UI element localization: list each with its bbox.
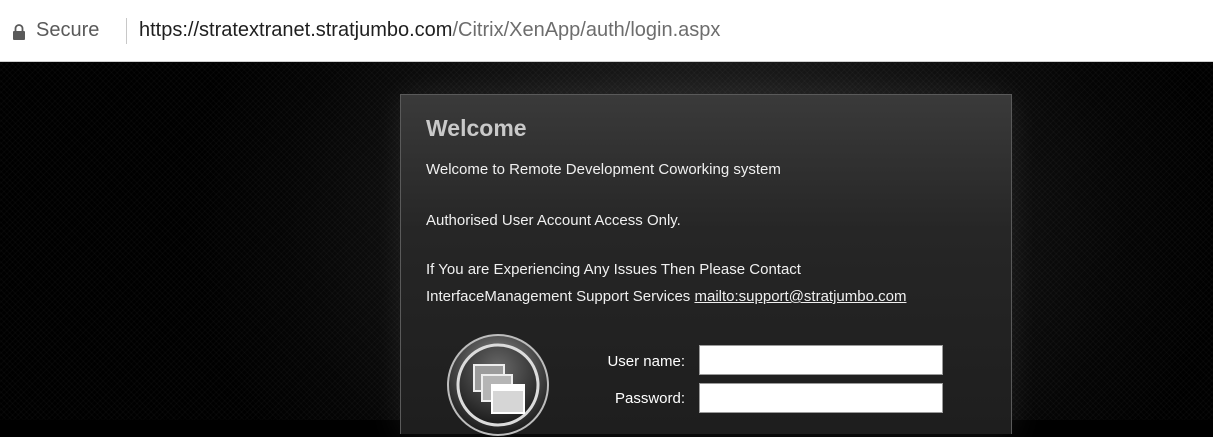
support-email-link[interactable]: mailto:support@stratjumbo.com bbox=[694, 288, 906, 305]
url-text[interactable]: https://stratextranet.stratjumbo.com/Cit… bbox=[139, 19, 720, 42]
support-message-line2: InterfaceManagement Support Services mai… bbox=[426, 288, 906, 305]
password-label: Password: bbox=[614, 390, 685, 407]
address-bar[interactable]: Secure https://stratextranet.stratjumbo.… bbox=[0, 0, 1213, 62]
citrix-windows-logo-icon bbox=[447, 334, 549, 436]
url-path: /Citrix/XenApp/auth/login.aspx bbox=[452, 19, 721, 41]
lock-icon bbox=[13, 24, 25, 40]
login-panel: Welcome Welcome to Remote Development Co… bbox=[400, 94, 1012, 436]
access-notice: Authorised User Account Access Only. bbox=[426, 212, 681, 229]
support-message-prefix: InterfaceManagement Support Services bbox=[426, 288, 695, 305]
welcome-message: Welcome to Remote Development Coworking … bbox=[426, 161, 781, 178]
username-label: User name: bbox=[607, 353, 685, 370]
address-separator bbox=[126, 18, 127, 44]
password-input[interactable] bbox=[699, 383, 943, 413]
username-input[interactable] bbox=[699, 345, 943, 375]
url-host: https://stratextranet.stratjumbo.com bbox=[139, 19, 453, 41]
panel-title: Welcome bbox=[426, 115, 527, 141]
secure-label: Secure bbox=[36, 19, 100, 41]
page-background: Welcome Welcome to Remote Development Co… bbox=[0, 62, 1213, 436]
support-message-line1: If You are Experiencing Any Issues Then … bbox=[426, 261, 801, 278]
